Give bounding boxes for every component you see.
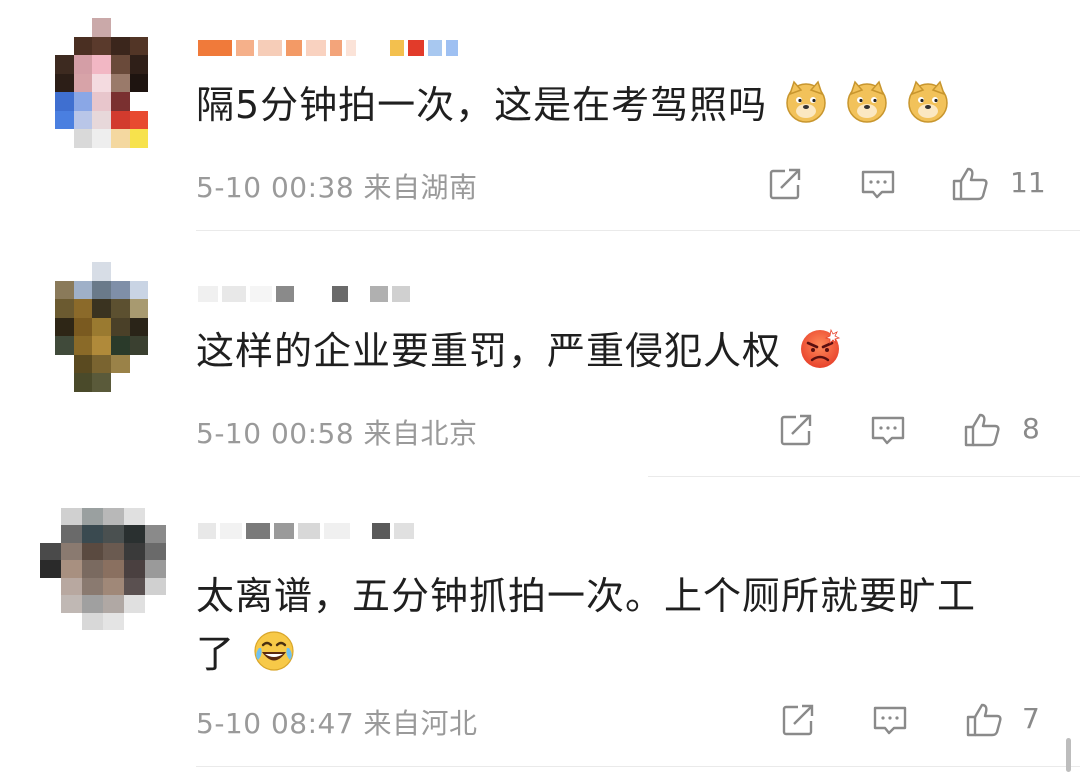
comment-location: 来自北京 [363, 417, 478, 450]
avatar[interactable] [55, 18, 167, 148]
comment-meta: 5-10 00:38 来自湖南 [196, 166, 478, 206]
comment-actions: 7 [760, 700, 1060, 740]
username-redacted[interactable] [198, 37, 458, 59]
comment-text-content: 了 [196, 632, 236, 676]
comment-location: 来自湖南 [363, 171, 478, 204]
like-count: 8 [1022, 412, 1040, 445]
avatar[interactable] [40, 508, 166, 630]
comment-meta: 5-10 08:47 来自河北 [196, 702, 478, 742]
comment-location: 来自河北 [363, 707, 478, 740]
comment-reply-icon[interactable] [870, 700, 910, 740]
laugh-tears-emoji-icon [254, 631, 294, 671]
comment-time: 5-10 08:47 [196, 707, 355, 740]
comment-actions: 8 [760, 410, 1060, 450]
divider [648, 476, 1080, 477]
comment-reply-icon[interactable] [868, 410, 908, 450]
comment-text-line: 太离谱，五分钟抓拍一次。上个厕所就要旷工 [196, 574, 977, 618]
comment-text-line: 了 [196, 625, 1046, 683]
doge-emoji-icon [847, 80, 888, 123]
username-redacted[interactable] [198, 283, 410, 305]
like-icon[interactable] [962, 410, 1002, 450]
divider [196, 766, 1080, 767]
share-icon[interactable] [778, 700, 818, 740]
scrollbar[interactable] [1066, 738, 1071, 772]
like-count: 11 [1010, 166, 1046, 199]
angry-emoji-icon [801, 328, 841, 368]
username-redacted[interactable] [198, 520, 414, 542]
share-icon[interactable] [765, 164, 805, 204]
comment-actions: 11 [760, 164, 1060, 204]
share-icon[interactable] [776, 410, 816, 450]
comment-text: 这样的企业要重罚，严重侵犯人权 [196, 322, 1046, 380]
comment-reply-icon[interactable] [858, 164, 898, 204]
comment-text: 太离谱，五分钟抓拍一次。上个厕所就要旷工 了 [196, 567, 1046, 683]
avatar[interactable] [55, 262, 167, 392]
comment-text-content: 这样的企业要重罚，严重侵犯人权 [196, 329, 782, 373]
doge-emoji-icon [786, 80, 827, 123]
comment-time: 5-10 00:38 [196, 171, 355, 204]
comment-meta: 5-10 00:58 来自北京 [196, 412, 478, 452]
divider [196, 230, 1080, 231]
like-icon[interactable] [950, 164, 990, 204]
like-icon[interactable] [964, 700, 1004, 740]
comment-text: 隔5分钟拍一次，这是在考驾照吗 [196, 76, 1046, 134]
comment-time: 5-10 00:58 [196, 417, 355, 450]
like-count: 7 [1022, 702, 1040, 735]
doge-emoji-icon [908, 80, 949, 123]
comment-text-content: 隔5分钟拍一次，这是在考驾照吗 [196, 83, 768, 127]
